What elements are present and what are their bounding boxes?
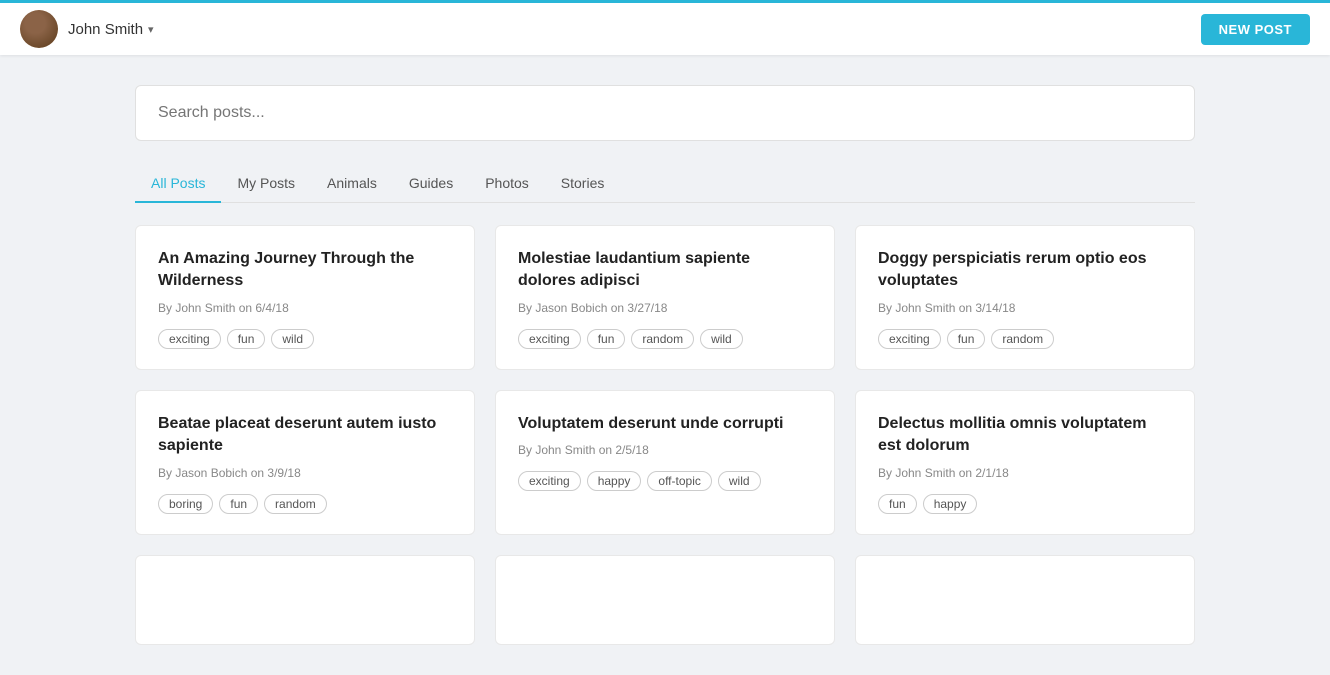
post-title: An Amazing Journey Through the Wildernes…: [158, 248, 452, 293]
search-container: [135, 85, 1195, 141]
post-meta: By John Smith on 3/14/18: [878, 301, 1172, 315]
post-card[interactable]: Voluptatem deserunt unde corrupti By John…: [495, 390, 835, 535]
tab-all-posts[interactable]: All Posts: [135, 165, 221, 203]
post-meta: By John Smith on 2/1/18: [878, 466, 1172, 480]
tag[interactable]: wild: [718, 471, 761, 491]
tab-guides[interactable]: Guides: [393, 165, 469, 203]
tag[interactable]: boring: [158, 494, 213, 514]
post-title: Delectus mollitia omnis voluptatem est d…: [878, 413, 1172, 458]
tag[interactable]: exciting: [518, 471, 581, 491]
user-area: John Smith ▾: [20, 10, 154, 48]
tag[interactable]: random: [264, 494, 327, 514]
chevron-down-icon: ▾: [148, 23, 154, 36]
tag[interactable]: off-topic: [647, 471, 711, 491]
tag[interactable]: happy: [587, 471, 642, 491]
tag[interactable]: wild: [700, 329, 743, 349]
tab-animals[interactable]: Animals: [311, 165, 393, 203]
main-content: All PostsMy PostsAnimalsGuidesPhotosStor…: [115, 55, 1215, 675]
post-card-placeholder: [135, 555, 475, 645]
post-tags: fun happy: [878, 494, 1172, 514]
tag[interactable]: fun: [947, 329, 986, 349]
post-tags: exciting funrandom wild: [518, 329, 812, 349]
post-card[interactable]: Beatae placeat deserunt autem iusto sapi…: [135, 390, 475, 535]
tabs-bar: All PostsMy PostsAnimalsGuidesPhotosStor…: [135, 165, 1195, 203]
app-header: John Smith ▾ NEW POST: [0, 0, 1330, 55]
tag[interactable]: random: [991, 329, 1054, 349]
avatar[interactable]: [20, 10, 58, 48]
tab-stories[interactable]: Stories: [545, 165, 621, 203]
tag[interactable]: fun: [219, 494, 258, 514]
post-tags: exciting happyoff-topic wild: [518, 471, 812, 491]
tag[interactable]: exciting: [878, 329, 941, 349]
tag[interactable]: exciting: [518, 329, 581, 349]
post-title: Doggy perspiciatis rerum optio eos volup…: [878, 248, 1172, 293]
post-title: Voluptatem deserunt unde corrupti: [518, 413, 812, 435]
posts-grid-placeholder: [135, 555, 1195, 645]
post-card-placeholder: [855, 555, 1195, 645]
username-dropdown[interactable]: John Smith ▾: [68, 21, 154, 38]
tag[interactable]: fun: [587, 329, 626, 349]
tag[interactable]: exciting: [158, 329, 221, 349]
tag[interactable]: random: [631, 329, 694, 349]
post-meta: By Jason Bobich on 3/9/18: [158, 466, 452, 480]
post-card-placeholder: [495, 555, 835, 645]
post-card[interactable]: An Amazing Journey Through the Wildernes…: [135, 225, 475, 370]
posts-grid: An Amazing Journey Through the Wildernes…: [135, 225, 1195, 535]
tab-photos[interactable]: Photos: [469, 165, 545, 203]
post-tags: boring fun random: [158, 494, 452, 514]
new-post-button[interactable]: NEW POST: [1201, 14, 1310, 45]
post-meta: By John Smith on 2/5/18: [518, 443, 812, 457]
tag[interactable]: fun: [878, 494, 917, 514]
tag[interactable]: wild: [271, 329, 314, 349]
tag[interactable]: happy: [923, 494, 978, 514]
post-card[interactable]: Doggy perspiciatis rerum optio eos volup…: [855, 225, 1195, 370]
tab-my-posts[interactable]: My Posts: [221, 165, 311, 203]
post-tags: exciting funwild: [158, 329, 452, 349]
search-input[interactable]: [136, 86, 1194, 140]
post-card[interactable]: Delectus mollitia omnis voluptatem est d…: [855, 390, 1195, 535]
username-label: John Smith: [68, 21, 143, 38]
post-meta: By Jason Bobich on 3/27/18: [518, 301, 812, 315]
post-meta: By John Smith on 6/4/18: [158, 301, 452, 315]
post-title: Molestiae laudantium sapiente dolores ad…: [518, 248, 812, 293]
tag[interactable]: fun: [227, 329, 266, 349]
post-title: Beatae placeat deserunt autem iusto sapi…: [158, 413, 452, 458]
post-card[interactable]: Molestiae laudantium sapiente dolores ad…: [495, 225, 835, 370]
post-tags: exciting funrandom: [878, 329, 1172, 349]
